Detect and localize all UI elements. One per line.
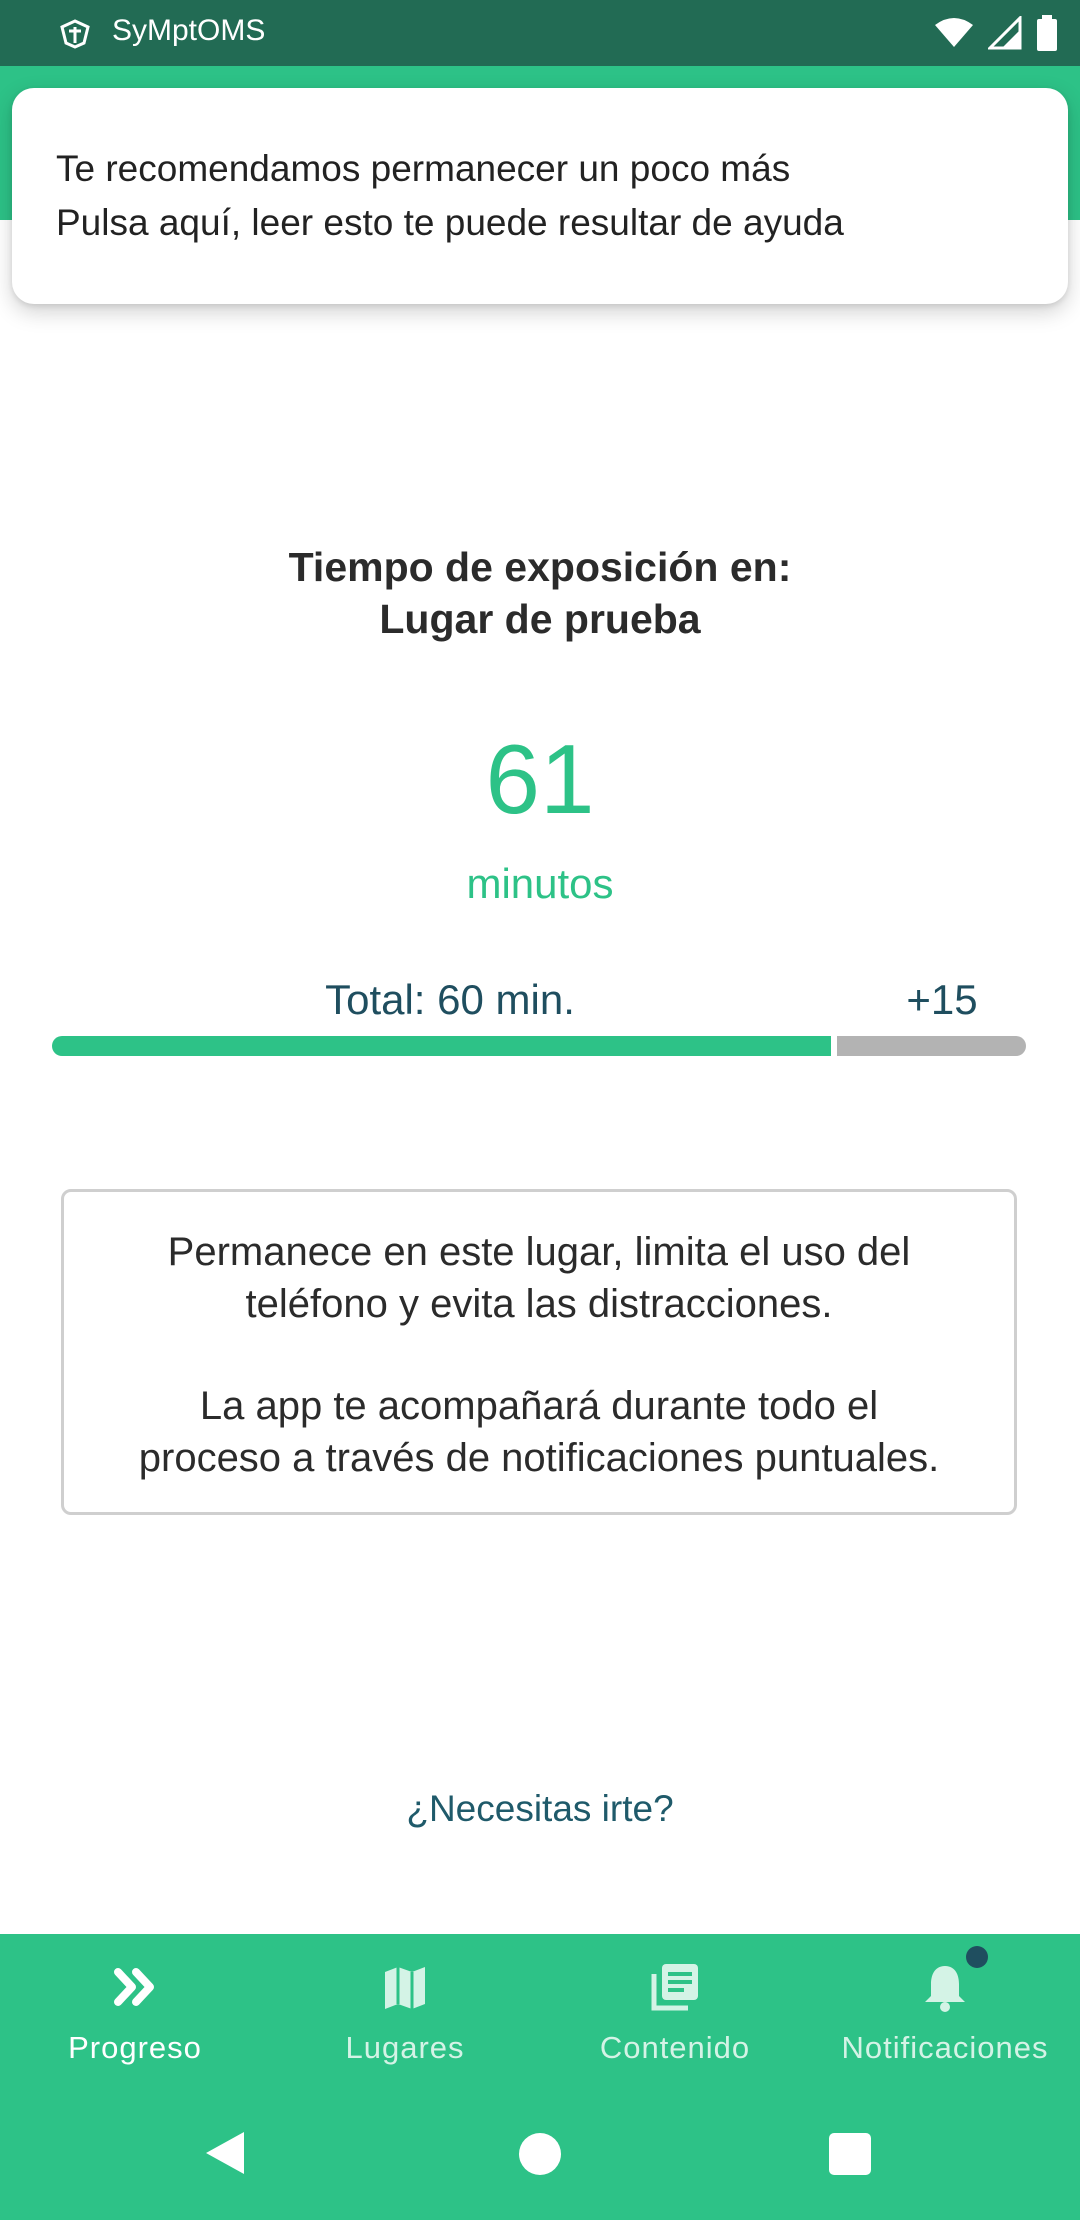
bell-icon	[925, 1966, 965, 2012]
notification-badge	[966, 1946, 988, 1968]
nav-label: Lugares	[345, 2030, 465, 2065]
progress-fill-extra	[837, 1036, 1026, 1056]
status-icons	[934, 14, 1058, 52]
notification-title: Te recomendamos permanecer un poco más	[56, 148, 791, 189]
battery-icon	[1037, 15, 1057, 51]
info-text: teléfono y evita las distracciones.	[245, 1282, 833, 1326]
articles-icon	[651, 1964, 698, 2011]
wifi-icon	[935, 18, 973, 47]
exposure-title: Tiempo de exposición en:	[288, 544, 792, 590]
total-time-label: Total: 60 min.	[325, 976, 575, 1023]
home-icon[interactable]	[519, 2133, 561, 2175]
nav-item-contenido[interactable]: Contenido	[540, 1934, 810, 2084]
double-chevron-right-icon	[114, 1968, 154, 2006]
info-text: proceso a través de notificaciones puntu…	[138, 1436, 940, 1480]
bottom-navigation: Progreso Lugares Contenido Notificacione…	[0, 1934, 1080, 2220]
nav-item-notificaciones[interactable]: Notificaciones	[810, 1934, 1080, 2084]
back-icon[interactable]	[200, 2128, 250, 2178]
nav-item-lugares[interactable]: Lugares	[270, 1934, 540, 2084]
nav-label: Progreso	[68, 2030, 202, 2065]
nav-label: Contenido	[599, 2030, 751, 2065]
heads-up-notification[interactable]: Te recomendamos permanecer un poco más P…	[12, 88, 1068, 304]
minutes-unit-label: minutos	[466, 860, 614, 907]
recents-icon[interactable]	[829, 2133, 871, 2175]
minutes-counter: 61	[485, 724, 595, 834]
info-box: Permanece en este lugar, limita el uso d…	[61, 1189, 1017, 1515]
exposure-progress-bar	[52, 1036, 1026, 1056]
status-bar: SyMptOMS	[0, 0, 1080, 66]
info-text: La app te acompañará durante todo el	[199, 1384, 879, 1428]
need-to-leave-link[interactable]: ¿Necesitas irte?	[0, 1788, 1080, 1830]
map-icon	[385, 1967, 425, 2009]
cell-signal-icon	[988, 16, 1022, 50]
progress-fill-total	[52, 1036, 831, 1056]
nav-label: Notificaciones	[841, 2030, 1049, 2065]
status-app-name: SyMptOMS	[112, 14, 266, 47]
info-text: Permanece en este lugar, limita el uso d…	[167, 1230, 911, 1274]
nav-item-progreso[interactable]: Progreso	[0, 1934, 270, 2084]
app-logo-icon	[60, 19, 90, 49]
extra-time-label: +15	[906, 976, 978, 1023]
place-name: Lugar de prueba	[379, 596, 701, 642]
notification-text: Pulsa aquí, leer esto te puede resultar …	[56, 202, 844, 243]
